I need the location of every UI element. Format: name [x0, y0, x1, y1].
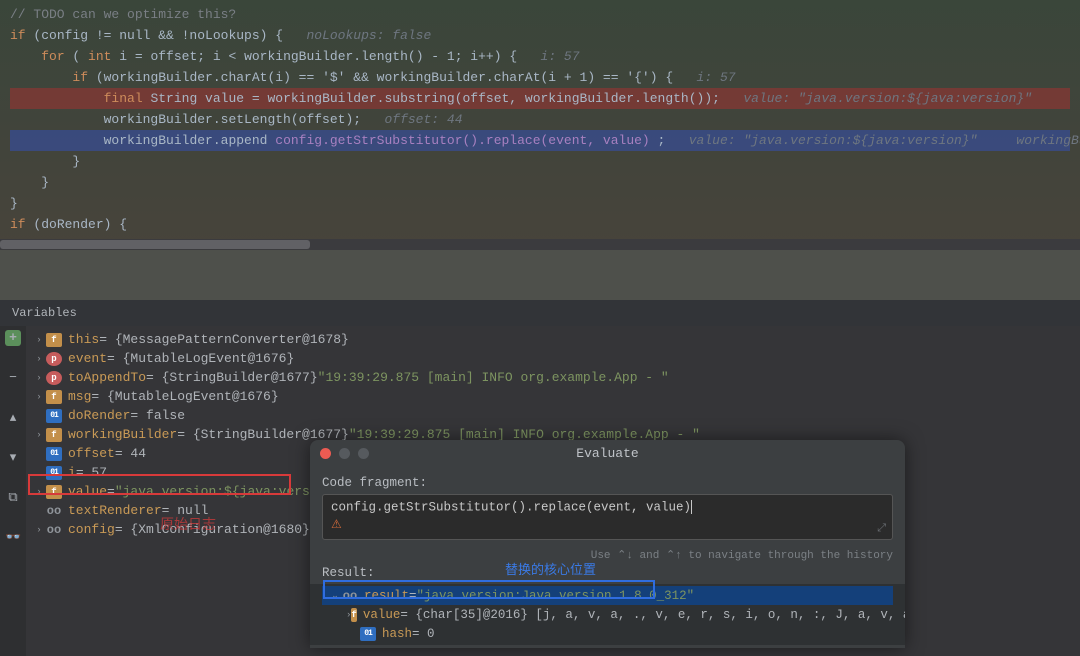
code-editor[interactable]: // TODO can we optimize this? if (config… [0, 0, 1080, 239]
expand-icon[interactable]: ⤢ [877, 523, 886, 535]
var-kind-icon: 01 [46, 409, 62, 423]
var-kind-icon: f [46, 428, 62, 442]
var-name: textRenderer [68, 503, 162, 518]
variable-row[interactable]: 01 hash = 0 [322, 624, 893, 643]
var-name: msg [68, 389, 91, 404]
var-value: = 44 [115, 446, 146, 461]
tree-twistie[interactable]: › [32, 487, 46, 497]
var-kind-icon: oo [342, 589, 358, 603]
var-kind-icon: f [46, 390, 62, 404]
var-string: "19:39:29.875 [main] INFO org.example.Ap… [318, 370, 669, 385]
var-kind-icon: oo [46, 523, 62, 537]
code-fragment-label: Code fragment: [322, 476, 893, 490]
remove-watch-icon[interactable]: − [5, 370, 21, 386]
variable-row[interactable]: ⌄ oo result = "java.version:Java version… [322, 586, 893, 605]
tree-twistie[interactable]: › [32, 392, 46, 402]
var-value: = {char[35]@2016} [j, a, v, a, ., v, e, … [400, 608, 905, 622]
variable-row[interactable]: › f value = {char[35]@2016} [j, a, v, a,… [322, 605, 893, 624]
var-kind-icon: oo [46, 504, 62, 518]
result-label: Result: [322, 566, 893, 580]
variable-row[interactable]: › p event = {MutableLogEvent@1676} [26, 349, 1080, 368]
var-name: result [364, 589, 409, 603]
variable-row[interactable]: › f msg = {MutableLogEvent@1676} [26, 387, 1080, 406]
code-line: if (workingBuilder.charAt(i) == '$' && w… [10, 67, 1070, 88]
code-line: for ( int i = offset; i < workingBuilder… [10, 46, 1070, 67]
result-tree[interactable]: ⌄ oo result = "java.version:Java version… [310, 584, 905, 645]
code-line: if (doRender) { [10, 214, 1070, 235]
var-name: hash [382, 627, 412, 641]
var-kind-icon: p [46, 371, 62, 385]
var-name: offset [68, 446, 115, 461]
code-line: // TODO can we optimize this? [10, 4, 1070, 25]
code-line: } [10, 193, 1070, 214]
var-kind-icon: p [46, 352, 62, 366]
glasses-icon[interactable]: 👓 [5, 530, 21, 546]
add-watch-icon[interactable]: + [5, 330, 21, 346]
evaluate-title: Evaluate [310, 446, 905, 461]
var-value: = null [162, 503, 209, 518]
var-value: = {MutableLogEvent@1676} [91, 389, 278, 404]
intention-bulb-icon[interactable]: ⚠ [331, 517, 342, 532]
var-value: = 57 [76, 465, 107, 480]
var-kind-icon: 01 [360, 627, 376, 641]
var-value: = {StringBuilder@1677} [146, 370, 318, 385]
var-name: value [68, 484, 107, 499]
code-line: } [10, 151, 1070, 172]
var-kind-icon: f [46, 333, 62, 347]
var-name: workingBuilder [68, 427, 177, 442]
var-value: = [409, 589, 417, 603]
var-string: "java.version:Java version 1.8.0_312" [417, 589, 695, 603]
variables-panel-header: Variables [0, 300, 1080, 326]
code-line: if (config != null && !noLookups) { noLo… [10, 25, 1070, 46]
var-name: i [68, 465, 76, 480]
code-line: } [10, 172, 1070, 193]
var-kind-icon: f [46, 485, 62, 499]
variable-row[interactable]: › f this = {MessagePatternConverter@1678… [26, 330, 1080, 349]
tree-twistie[interactable]: › [32, 373, 46, 383]
var-name: toAppendTo [68, 370, 146, 385]
var-name: doRender [68, 408, 130, 423]
var-name: event [68, 351, 107, 366]
var-value: = [107, 484, 115, 499]
tree-twistie[interactable]: › [32, 354, 46, 364]
variable-row[interactable]: › p toAppendTo = {StringBuilder@1677} "1… [26, 368, 1080, 387]
code-line: final String value = workingBuilder.subs… [10, 88, 1070, 109]
background-area [0, 250, 1080, 300]
watch-down-icon[interactable]: ▾ [5, 450, 21, 466]
var-kind-icon: f [351, 608, 356, 622]
tree-twistie[interactable]: › [32, 335, 46, 345]
var-value: = {MutableLogEvent@1676} [107, 351, 294, 366]
tree-twistie[interactable]: › [32, 430, 46, 440]
tree-twistie[interactable]: ⌄ [328, 591, 342, 601]
var-value: = false [130, 408, 185, 423]
code-line-current: workingBuilder.append config.getStrSubst… [10, 130, 1070, 151]
var-name: config [68, 522, 115, 537]
code-fragment-input[interactable]: config.getStrSubstitutor().replace(event… [322, 494, 893, 540]
evaluate-titlebar[interactable]: Evaluate [310, 440, 905, 466]
var-kind-icon: 01 [46, 466, 62, 480]
var-value: = 0 [412, 627, 435, 641]
watch-up-icon[interactable]: ▴ [5, 410, 21, 426]
var-name: value [363, 608, 401, 622]
scrollbar-thumb[interactable] [0, 240, 310, 249]
var-name: this [68, 332, 99, 347]
evaluate-window: Evaluate Code fragment: config.getStrSub… [310, 440, 905, 648]
copy-icon[interactable]: ⧉ [5, 490, 21, 506]
horizontal-scrollbar[interactable] [0, 239, 1080, 250]
var-value: = {MessagePatternConverter@1678} [99, 332, 349, 347]
variables-gutter: + − ▴ ▾ ⧉ 👓 [0, 326, 26, 656]
tree-twistie[interactable]: › [32, 525, 46, 535]
var-kind-icon: 01 [46, 447, 62, 461]
code-line: workingBuilder.setLength(offset); offset… [10, 109, 1070, 130]
variable-row[interactable]: 01 doRender = false [26, 406, 1080, 425]
nav-hint: Use ⌃↓ and ⌃↑ to navigate through the hi… [322, 548, 893, 562]
